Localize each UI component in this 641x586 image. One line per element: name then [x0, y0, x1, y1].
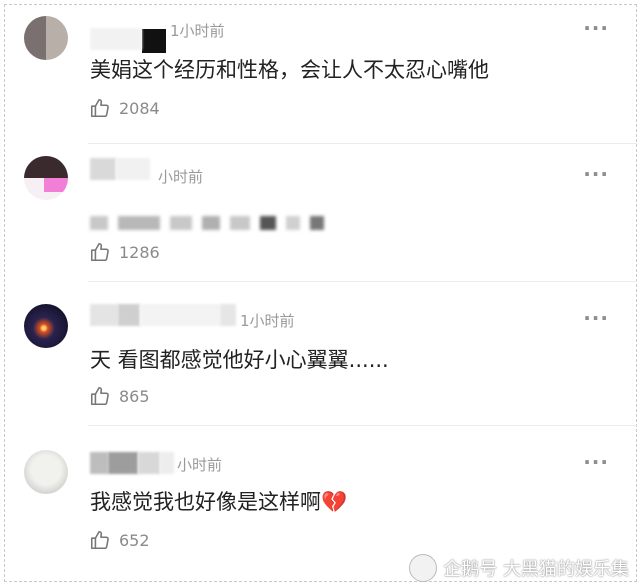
thumbs-up-icon [90, 242, 109, 262]
thumbs-up-icon [90, 386, 109, 406]
more-options-icon[interactable]: ··· [583, 162, 609, 186]
avatar[interactable] [24, 304, 68, 348]
like-button[interactable]: 1286 [89, 239, 160, 265]
avatar[interactable] [24, 16, 68, 60]
comment-time: 1小时前 [170, 22, 225, 40]
avatar[interactable] [24, 450, 68, 494]
username[interactable] [90, 26, 166, 53]
like-count: 652 [119, 530, 150, 550]
username[interactable] [90, 302, 236, 328]
thumbs-up-icon [90, 98, 109, 118]
comment-item: 小时前 ··· 1286 [0, 138, 641, 282]
comment-time: 1小时前 [240, 312, 295, 330]
comment-text: 天 看图都感觉他好小心翼翼...... [90, 348, 389, 372]
username[interactable] [90, 450, 174, 476]
like-button[interactable]: 865 [89, 383, 150, 409]
more-options-icon[interactable]: ··· [583, 306, 609, 330]
comment-text: 美娟这个经历和性格，会让人不太忍心嘴他 [90, 58, 489, 82]
thumbs-up-icon [90, 530, 109, 550]
comment-item: 1小时前 ··· 美娟这个经历和性格，会让人不太忍心嘴他 2084 [0, 0, 641, 144]
comment-text: 我感觉我也好像是这样啊💔 [90, 490, 348, 514]
comment-item: 1小时前 ··· 天 看图都感觉他好小心翼翼...... 865 [0, 282, 641, 426]
watermark: 企鹅号 大黑猫的娱乐集 [409, 554, 629, 582]
like-count: 2084 [119, 98, 160, 118]
watermark-text: 企鹅号 大黑猫的娱乐集 [443, 559, 629, 580]
penguin-logo-icon [409, 554, 438, 582]
like-button[interactable]: 2084 [89, 95, 160, 121]
username[interactable] [90, 156, 150, 182]
comment-item: 小时前 ··· 我感觉我也好像是这样啊💔 652 [0, 426, 641, 570]
more-options-icon[interactable]: ··· [583, 16, 609, 40]
like-count: 865 [119, 386, 150, 406]
comment-time: 小时前 [158, 168, 204, 186]
masked-comment-text [90, 216, 324, 230]
avatar[interactable] [24, 156, 68, 200]
like-count: 1286 [119, 242, 160, 262]
like-button[interactable]: 652 [89, 527, 150, 553]
comment-time: 小时前 [177, 456, 223, 474]
more-options-icon[interactable]: ··· [583, 450, 609, 474]
